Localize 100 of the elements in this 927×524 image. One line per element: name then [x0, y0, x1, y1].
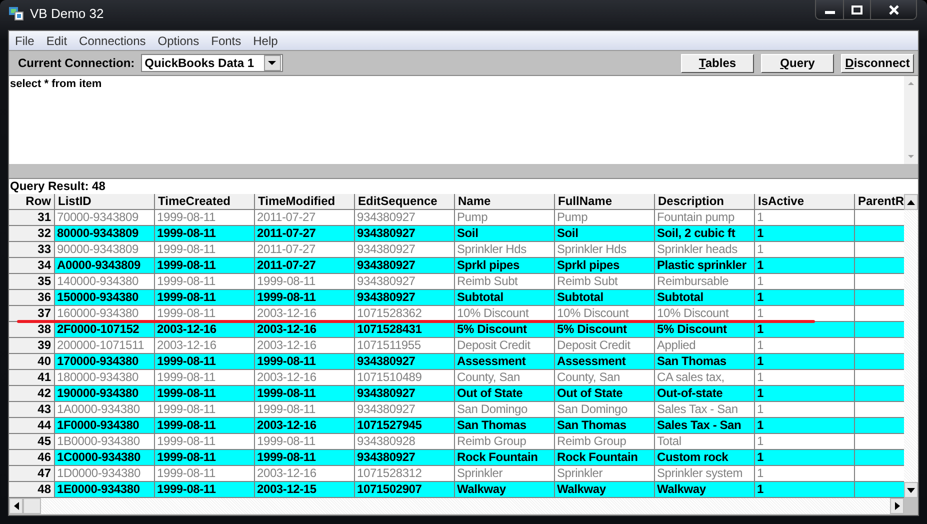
vertical-scrollbar[interactable] — [904, 194, 918, 498]
menu-item[interactable]: Help — [253, 34, 278, 48]
table-cell: 1999-08-11 — [255, 402, 355, 417]
table-cell: 1071510489 — [355, 370, 455, 385]
close-button[interactable] — [870, 0, 916, 19]
table-cell: Custom rock — [655, 450, 755, 465]
table-cell: Sprinkler Hds — [455, 242, 555, 257]
row-number: 37 — [9, 306, 55, 321]
menu-item[interactable]: File — [15, 34, 34, 48]
minimize-button[interactable] — [816, 0, 843, 19]
connection-dropdown[interactable]: QuickBooks Data 1 — [140, 54, 283, 72]
column-header[interactable]: Row — [9, 194, 55, 209]
close-icon — [888, 4, 900, 14]
row-number: 40 — [9, 354, 55, 369]
table-cell: 2003-12-16 — [255, 418, 355, 433]
column-header[interactable]: ListID — [55, 194, 155, 209]
table-cell: 1 — [755, 370, 855, 385]
table-cell: Deposit Credit — [555, 338, 655, 353]
table-cell: 1 — [755, 210, 855, 225]
menu-item[interactable]: Options — [158, 34, 200, 48]
table-cell: 1C0000-934380 — [55, 450, 155, 465]
table-cell: 1B0000-934380 — [55, 434, 155, 449]
maximize-button[interactable] — [843, 0, 870, 19]
table-cell: Reimb Subt — [555, 274, 655, 289]
table-cell: 1 — [755, 418, 855, 433]
table-cell: 5% Discount — [655, 322, 755, 337]
table-cell: Soil — [555, 226, 655, 241]
row-number: 41 — [9, 370, 55, 385]
column-header[interactable]: Description — [655, 194, 755, 209]
table-cell: San Thomas — [655, 354, 755, 369]
table-cell: 1A0000-934380 — [55, 402, 155, 417]
table-cell: 80000-9343809 — [55, 226, 155, 241]
scroll-right-icon[interactable] — [894, 502, 900, 510]
table-cell: 934380927 — [355, 210, 455, 225]
table-cell: 5% Discount — [555, 322, 655, 337]
table-cell: Applied — [655, 338, 755, 353]
table-cell: Assessment — [555, 354, 655, 369]
scroll-down-icon[interactable] — [907, 488, 915, 492]
table-cell: Subtotal — [655, 290, 755, 305]
row-number: 35 — [9, 274, 55, 289]
table-cell: County, San — [455, 370, 555, 385]
column-header[interactable]: Name — [455, 194, 555, 209]
toolbar-button[interactable]: Query — [761, 54, 834, 72]
table-cell: 1999-08-11 — [155, 210, 255, 225]
menu-item[interactable]: Edit — [46, 34, 68, 48]
row-number: 43 — [9, 402, 55, 417]
table-cell: Sprinkler Hds — [555, 242, 655, 257]
menu-item[interactable]: Connections — [79, 34, 146, 48]
table-cell: 1999-08-11 — [255, 434, 355, 449]
table-cell: 1 — [755, 450, 855, 465]
table-cell: Out of State — [455, 386, 555, 401]
table-cell: 2011-07-27 — [255, 258, 355, 273]
table-cell: 1E0000-934380 — [55, 482, 155, 497]
column-header[interactable]: EditSequence — [355, 194, 455, 209]
query-editor[interactable]: select * from item — [9, 75, 918, 164]
table-cell: 1071528431 — [355, 322, 455, 337]
table-cell: Sprkl pipes — [455, 258, 555, 273]
table-cell: 1071502907 — [355, 482, 455, 497]
row-number: 33 — [9, 242, 55, 257]
table-cell: Rock Fountain — [555, 450, 655, 465]
table-cell: 2F0000-107152 — [55, 322, 155, 337]
table-cell: Deposit Credit — [455, 338, 555, 353]
table-cell: Soil — [455, 226, 555, 241]
column-header[interactable]: TimeCreated — [155, 194, 255, 209]
table-cell: Reimb Group — [555, 434, 655, 449]
table-cell: San Domingo — [555, 402, 655, 417]
table-cell: Reimb Group — [455, 434, 555, 449]
connection-label: Current Connection: — [18, 56, 135, 70]
table-cell: Subtotal — [555, 290, 655, 305]
table-cell: Fountain pump — [655, 210, 755, 225]
column-header[interactable]: IsActive — [755, 194, 855, 209]
table-cell: 1 — [755, 290, 855, 305]
table-cell: 1 — [755, 434, 855, 449]
dropdown-arrow-icon — [268, 61, 276, 65]
toolbar-button[interactable]: Disconnect — [841, 54, 914, 72]
table-cell: 1 — [755, 386, 855, 401]
result-count: Query Result: 48 — [9, 178, 918, 194]
table-cell: 1999-08-11 — [155, 466, 255, 481]
table-cell: 1 — [755, 322, 855, 337]
table-cell: San Domingo — [455, 402, 555, 417]
table-cell: Subtotal — [455, 290, 555, 305]
scroll-thumb[interactable] — [23, 498, 41, 514]
table-cell: 1999-08-11 — [155, 226, 255, 241]
table-cell: 1F0000-934380 — [55, 418, 155, 433]
table-cell: Soil, 2 cubic ft — [655, 226, 755, 241]
column-header[interactable]: TimeModified — [255, 194, 355, 209]
table-cell: 1999-08-11 — [255, 386, 355, 401]
toolbar-button[interactable]: Tables — [681, 54, 754, 72]
scroll-left-icon[interactable] — [14, 502, 18, 510]
minimize-icon — [824, 11, 834, 14]
column-header[interactable]: FullName — [555, 194, 655, 209]
table-cell: Sprinkler — [455, 466, 555, 481]
table-cell: 1 — [755, 482, 855, 497]
menu-item[interactable]: Fonts — [211, 34, 242, 48]
table-cell: 1071527945 — [355, 418, 455, 433]
row-number: 32 — [9, 226, 55, 241]
table-cell: Sprinkler — [555, 466, 655, 481]
scroll-up-icon[interactable] — [907, 200, 915, 204]
table-cell: Sales Tax - San — [655, 402, 755, 417]
table-cell: Rock Fountain — [455, 450, 555, 465]
